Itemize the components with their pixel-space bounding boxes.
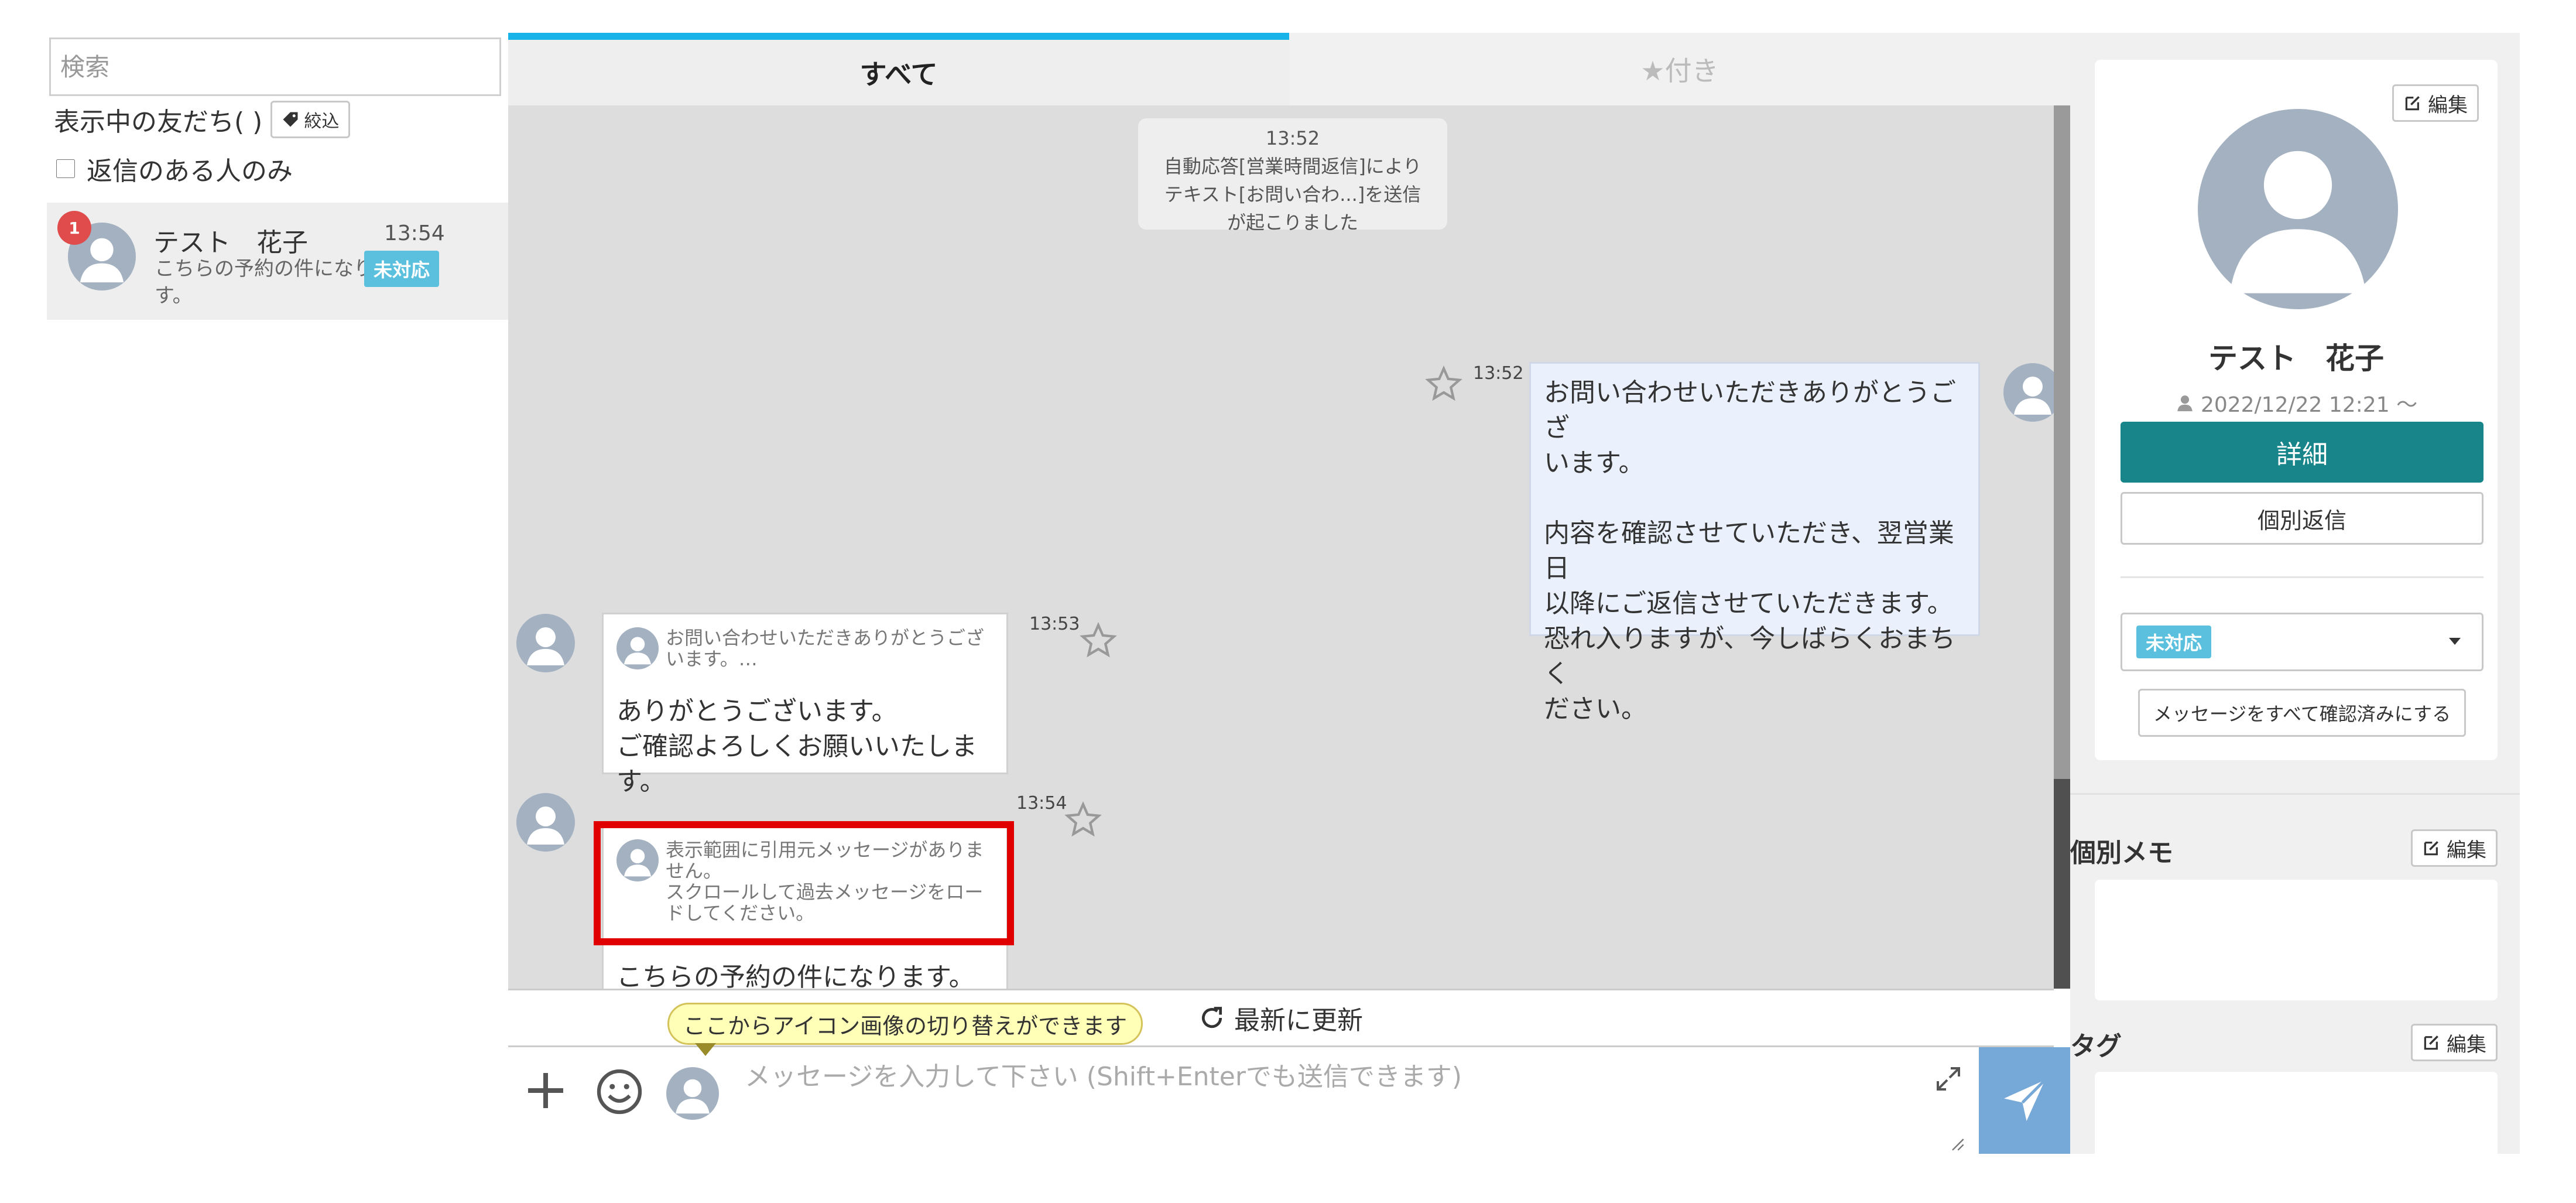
tooltip-text: ここからアイコン画像の切り替えができます <box>683 1013 1128 1039</box>
quote-text: お問い合わせいただきありがとうござ います。… <box>666 627 985 670</box>
status-badge: 未対応 <box>364 251 440 287</box>
tag-title: タグ <box>2070 1031 2122 1061</box>
outgoing-message-bubble: お問い合わせいただきありがとうござ います。 内容を確認させていただき、翌営業日… <box>1529 362 1980 724</box>
system-message-text: 自動応答[営業時間返信]により テキスト[お問い合わ...]を送信 が起こりまし… <box>1163 155 1422 234</box>
star-icon[interactable] <box>1425 365 1462 403</box>
avatar <box>516 614 575 672</box>
avatar <box>2003 363 2054 422</box>
plus-icon[interactable] <box>522 1067 569 1114</box>
search-input[interactable] <box>49 37 501 96</box>
highlight-annotation <box>594 821 1014 945</box>
filter-button[interactable]: 絞込 <box>270 101 351 138</box>
memo-title: 個別メモ <box>2070 838 2173 868</box>
divider <box>2121 576 2483 578</box>
friends-count-row: 表示中の友だち( ) 絞込 <box>54 101 351 138</box>
message-time: 13:52 <box>1473 363 1524 384</box>
profile-avatar <box>2198 109 2398 309</box>
friend-name: テスト 花子 <box>153 228 308 258</box>
tag-icon <box>283 112 298 127</box>
edit-icon <box>2405 96 2420 111</box>
divider <box>2070 793 2520 795</box>
system-message-time: 13:52 <box>1265 127 1320 149</box>
send-button[interactable] <box>1979 1047 2070 1154</box>
profile-card: 編集 テスト 花子 2022/12/22 12:21 〜 詳細 個別返信 未対応 <box>2095 60 2498 760</box>
profile-panel: 編集 テスト 花子 2022/12/22 12:21 〜 詳細 個別返信 未対応 <box>2070 33 2520 1154</box>
chat-panel: すべて ★付き 13:52 自動応答[営業時間返信]により テキスト[お問い合わ… <box>508 33 2070 1154</box>
message-list[interactable]: 13:52 自動応答[営業時間返信]により テキスト[お問い合わ...]を送信 … <box>508 105 2054 989</box>
scrollbar[interactable] <box>2054 105 2070 989</box>
edit-memo-button[interactable]: 編集 <box>2411 829 2498 867</box>
resize-handle[interactable] <box>1948 1135 1965 1151</box>
friends-count-label: 表示中の友だち( ) <box>54 107 263 137</box>
friend-list-panel: 表示中の友だち( ) 絞込 返信のある人のみ 1 テスト 花子 13:54 <box>0 0 508 1203</box>
detail-button[interactable]: 詳細 <box>2121 422 2483 483</box>
refresh-icon <box>1202 1007 1222 1028</box>
user-icon <box>2177 395 2193 412</box>
chat-tabs: すべて ★付き <box>508 33 2070 105</box>
edit-tag-button[interactable]: 編集 <box>2411 1024 2498 1061</box>
edit-profile-button[interactable]: 編集 <box>2392 84 2479 122</box>
profile-name: テスト 花子 <box>2208 341 2384 375</box>
individual-reply-button[interactable]: 個別返信 <box>2121 492 2483 545</box>
send-icon <box>2004 1079 2046 1121</box>
status-badge: 未対応 <box>2136 626 2212 658</box>
friend-list-item[interactable]: 1 テスト 花子 13:54 こちらの予約の件になります。 未対応 <box>47 203 508 320</box>
message-composer <box>508 1047 2070 1154</box>
sender-avatar-switch[interactable] <box>666 1067 719 1120</box>
message-time: 13:53 <box>1029 614 1080 634</box>
friend-time: 13:54 <box>384 221 445 245</box>
system-message: 13:52 自動応答[営業時間返信]により テキスト[お問い合わ...]を送信 … <box>1138 118 1447 234</box>
avatar <box>516 793 575 852</box>
registered-date: 2022/12/22 12:21 〜 <box>2200 393 2418 417</box>
tab-all[interactable]: すべて <box>508 33 1289 105</box>
edit-icon <box>2424 1035 2438 1050</box>
tag-box[interactable] <box>2095 1072 2498 1154</box>
tab-starred[interactable]: ★付き <box>1289 33 2070 105</box>
expand-icon[interactable] <box>1934 1065 1962 1093</box>
unread-badge: 1 <box>57 211 91 245</box>
incoming-message-bubble: お問い合わせいただきありがとうござ います。… ありがとうございます。 ご確認よ… <box>602 613 1008 797</box>
reply-only-checkbox[interactable] <box>56 159 75 178</box>
message-text: こちらの予約の件になります。 <box>616 962 975 989</box>
scrollbar-thumb[interactable] <box>2054 779 2070 989</box>
star-icon[interactable] <box>1080 622 1117 659</box>
app: 表示中の友だち( ) 絞込 返信のある人のみ 1 テスト 花子 13:54 <box>0 0 2576 1203</box>
reply-only-label: 返信のある人のみ <box>87 156 293 186</box>
tooltip-arrow <box>695 1043 716 1056</box>
filter-label: 絞込 <box>304 111 340 132</box>
emoji-icon[interactable] <box>595 1067 644 1116</box>
quoted-message[interactable]: お問い合わせいただきありがとうござ います。… <box>616 627 984 669</box>
avatar-switch-tooltip: ここからアイコン画像の切り替えができます <box>667 1003 1143 1056</box>
avatar <box>616 627 659 669</box>
edit-label: 編集 <box>2428 93 2468 117</box>
star-icon[interactable] <box>1064 801 1102 839</box>
message-text: ありがとうございます。 ご確認よろしくお願いいたします。 <box>616 696 977 797</box>
edit-icon <box>2424 841 2438 856</box>
memo-box[interactable] <box>2095 880 2498 1000</box>
status-select[interactable]: 未対応 <box>2121 613 2483 671</box>
chevron-down-icon <box>2449 638 2461 645</box>
refresh-label: 最新に更新 <box>1234 1006 1363 1035</box>
edit-label: 編集 <box>2447 1033 2486 1057</box>
registered-date-row: 2022/12/22 12:21 〜 <box>2095 388 2498 418</box>
message-input[interactable] <box>733 1047 1939 1154</box>
reply-only-row[interactable]: 返信のある人のみ <box>56 150 293 187</box>
edit-label: 編集 <box>2447 838 2486 862</box>
message-time: 13:54 <box>1016 793 1067 814</box>
mark-all-read-button[interactable]: メッセージをすべて確認済みにする <box>2138 689 2466 737</box>
